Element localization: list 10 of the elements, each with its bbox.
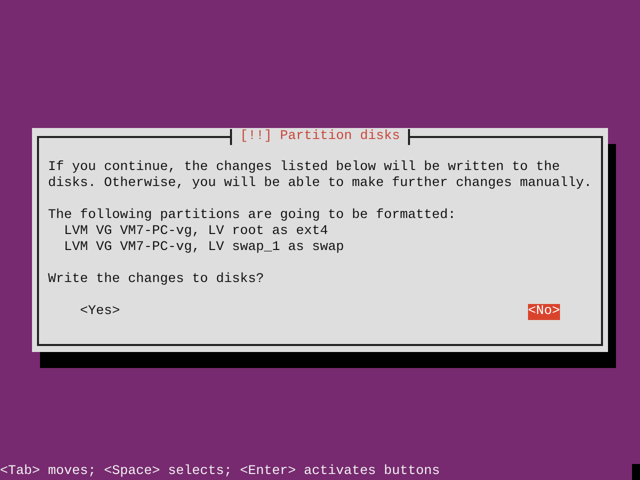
dialog-button[interactable]: <Yes>	[80, 304, 120, 320]
list-heading: The following partitions are going to be formatted:	[48, 208, 457, 224]
partition-item: LVM VG VM7-PC-vg, LV root as ext4	[63, 224, 328, 240]
partition-item: LVM VG VM7-PC-vg, LV swap_1 as swap	[63, 240, 344, 256]
message-text: If you continue, the changes listed below will be written to the disks. Otherwise, you will be able to make further changes manually.	[48, 160, 593, 192]
cursor-block	[632, 464, 640, 480]
question-text: Write the changes to disks?	[48, 272, 265, 288]
dialog-button[interactable]: <No>	[528, 304, 560, 320]
help-text: <Tab> moves; <Space> selects; <Enter> activates buttons	[0, 464, 440, 480]
dialog-title: [!!] Partition disks	[230, 129, 410, 145]
